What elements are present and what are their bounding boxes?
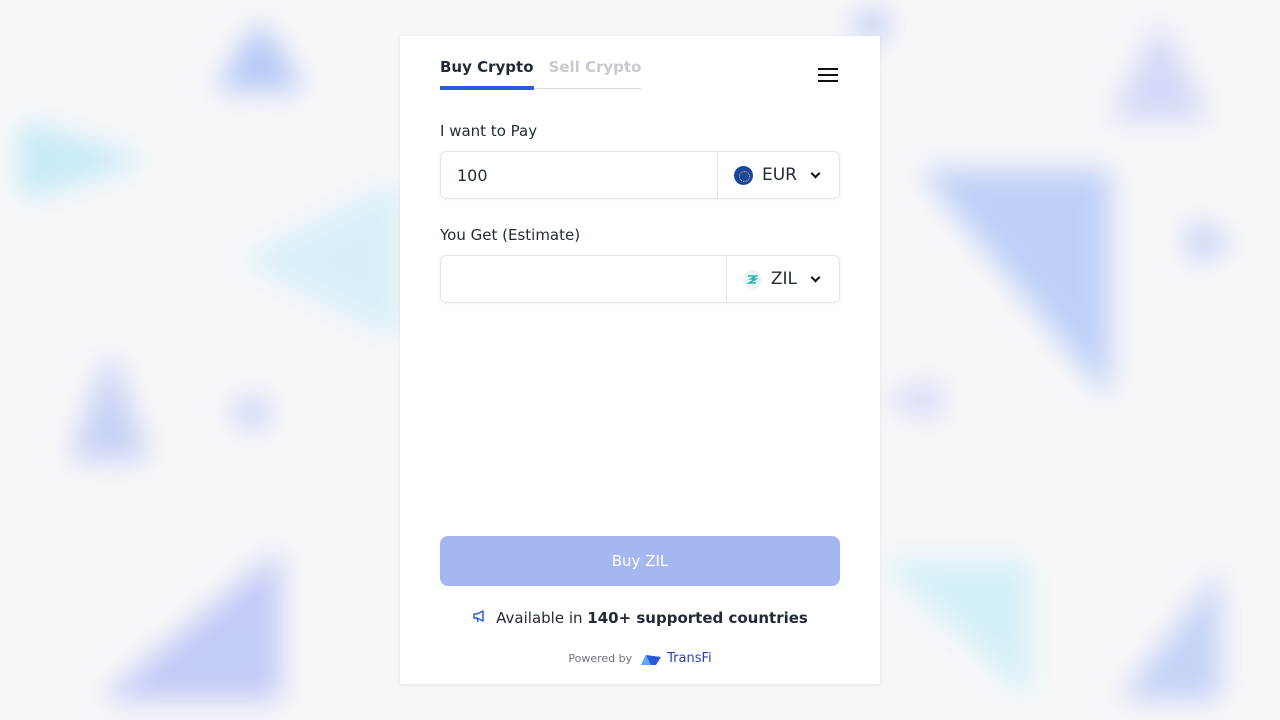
background-shape — [240, 180, 400, 340]
background-shape — [225, 395, 265, 431]
powered-by: Powered by TransFi — [400, 651, 880, 666]
tab-sell-crypto[interactable]: Sell Crypto — [549, 58, 642, 88]
zilliqa-icon — [742, 269, 762, 289]
background-shape — [215, 20, 305, 90]
background-shape — [1190, 220, 1234, 264]
background-shape — [880, 380, 940, 420]
background-shape — [70, 350, 150, 460]
buy-button[interactable]: Buy ZIL — [440, 536, 840, 586]
transfi-link[interactable]: TransFi — [640, 651, 712, 666]
availability-note: Available in 140+ supported countries — [400, 608, 880, 628]
get-label: You Get (Estimate) — [440, 226, 581, 244]
powered-by-label: Powered by — [568, 652, 633, 665]
buy-crypto-widget: Buy Crypto Sell Crypto I want to Pay EUR… — [400, 36, 880, 684]
tab-buy-crypto[interactable]: Buy Crypto — [440, 58, 534, 90]
tab-bar: Buy Crypto Sell Crypto — [440, 58, 642, 90]
eu-flag-icon — [734, 165, 753, 185]
background-shape — [1110, 20, 1210, 120]
pay-label: I want to Pay — [440, 122, 538, 140]
transfi-brand-label: TransFi — [667, 651, 712, 666]
get-currency-select[interactable]: ZIL — [725, 256, 839, 302]
megaphone-icon — [472, 608, 488, 628]
background-shape — [1120, 570, 1220, 700]
get-currency-label: ZIL — [770, 269, 797, 289]
background-shape — [880, 560, 1030, 700]
background-shape — [100, 550, 280, 700]
availability-highlight: 140+ supported countries — [587, 609, 808, 627]
pay-currency-select[interactable]: EUR — [717, 152, 839, 198]
background-shape — [920, 170, 1110, 400]
availability-prefix: Available in — [496, 609, 583, 627]
get-field: ZIL — [440, 255, 840, 303]
chevron-down-icon — [810, 168, 821, 178]
hamburger-menu-icon[interactable] — [818, 68, 838, 82]
background-shape — [20, 120, 150, 200]
pay-amount-input[interactable] — [441, 152, 717, 198]
get-amount-input[interactable] — [441, 256, 726, 302]
pay-field: EUR — [440, 151, 840, 199]
transfi-logo-icon — [641, 654, 662, 665]
pay-currency-label: EUR — [762, 165, 797, 185]
chevron-down-icon — [810, 272, 821, 282]
